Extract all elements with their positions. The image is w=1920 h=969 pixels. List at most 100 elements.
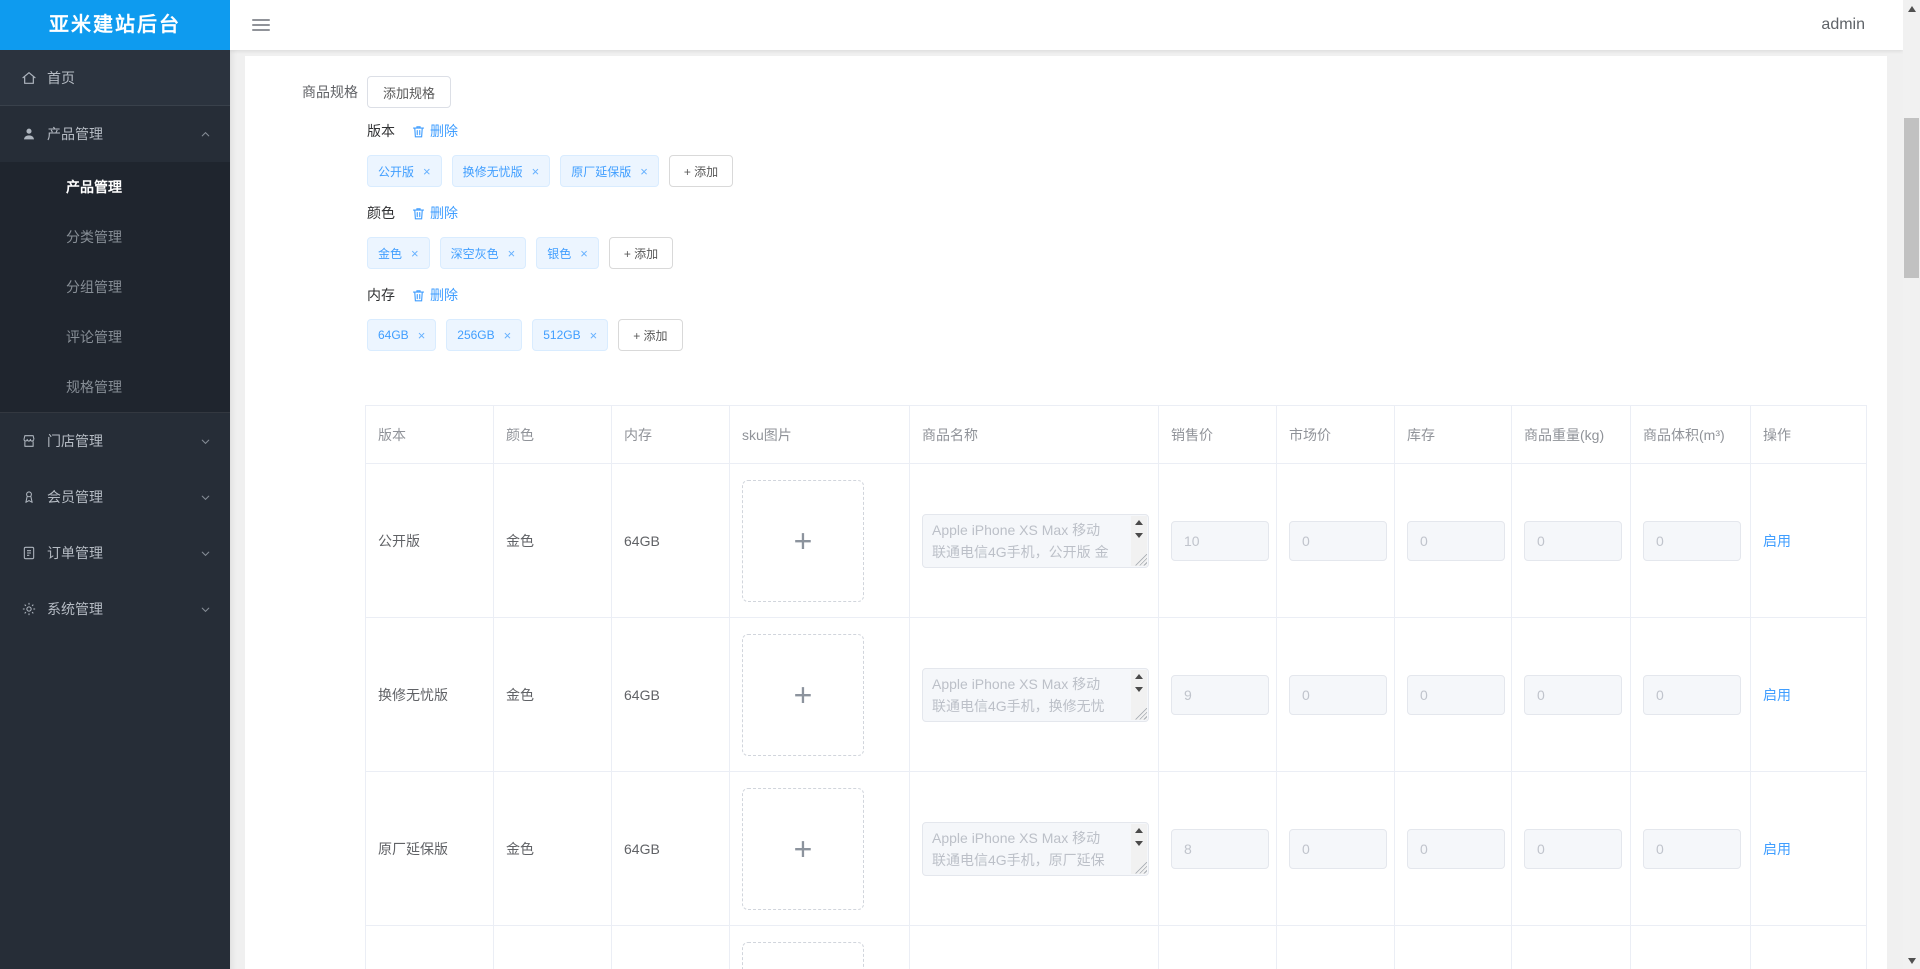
product-name-textarea[interactable]: Apple iPhone XS Max 移动 联通电信4G手机，公开版 金: [922, 513, 1149, 568]
enable-link[interactable]: 启用: [1763, 841, 1791, 857]
weight-input[interactable]: [1524, 828, 1622, 869]
sidebar-item-member[interactable]: 会员管理: [0, 469, 230, 525]
upload-image-button[interactable]: +: [742, 941, 864, 969]
enable-link[interactable]: 启用: [1763, 687, 1791, 703]
delete-spec-link[interactable]: 删除: [430, 121, 458, 141]
sidebar-item-system[interactable]: 系统管理: [0, 581, 230, 637]
scroll-up-icon[interactable]: [1131, 670, 1147, 683]
weight-input[interactable]: [1524, 520, 1622, 561]
column-header: 颜色: [493, 405, 612, 464]
cell-market-price: [1276, 617, 1395, 772]
trash-icon[interactable]: [411, 124, 426, 139]
cell-version: 原厂延保版: [365, 771, 494, 926]
sale-price-input[interactable]: [1171, 520, 1269, 561]
sale-price-input[interactable]: [1171, 828, 1269, 869]
volume-input[interactable]: [1643, 828, 1741, 869]
scroll-down-icon[interactable]: [1131, 683, 1147, 696]
trash-icon[interactable]: [411, 206, 426, 221]
topbar: admin: [230, 0, 1903, 50]
sidebar-item-label: 产品管理: [47, 126, 103, 142]
add-tag-button[interactable]: + 添加: [668, 155, 734, 187]
market-price-input[interactable]: [1289, 520, 1387, 561]
spec-group-name: 内存: [367, 287, 395, 303]
sidebar-item-order[interactable]: 订单管理: [0, 525, 230, 581]
close-icon[interactable]: ×: [504, 328, 512, 343]
product-name-textarea[interactable]: Apple iPhone XS Max 移动 联通电信4G手机，原厂延保: [922, 821, 1149, 876]
close-icon[interactable]: ×: [532, 164, 540, 179]
spec-tag[interactable]: 256GB ×: [446, 319, 523, 351]
resize-grip-icon[interactable]: [1135, 861, 1147, 874]
cell-sku-image: +: [729, 463, 910, 618]
spec-tag[interactable]: 64GB ×: [367, 319, 437, 351]
spec-tag[interactable]: 公开版 ×: [367, 155, 442, 187]
cell-action: [1750, 925, 1867, 969]
textarea-scrollbar[interactable]: [1131, 823, 1147, 874]
stock-input[interactable]: [1407, 520, 1505, 561]
spec-tag[interactable]: 换修无忧版 ×: [451, 155, 551, 187]
submenu-product: 产品管理 分类管理 分组管理 评论管理 规格管理: [0, 162, 230, 413]
resize-grip-icon[interactable]: [1135, 707, 1147, 720]
scroll-down-icon[interactable]: [1131, 837, 1147, 850]
sidebar-subitem-spec[interactable]: 规格管理: [0, 362, 230, 412]
close-icon[interactable]: ×: [508, 246, 516, 261]
page-scrollbar[interactable]: [1903, 0, 1920, 969]
sidebar-subitem-product-list[interactable]: 产品管理: [0, 162, 230, 212]
cell-sku-image: +: [729, 771, 910, 926]
upload-image-button[interactable]: +: [742, 633, 864, 756]
scroll-up-icon[interactable]: [1131, 516, 1147, 529]
cell-volume: [1630, 463, 1751, 618]
scrollbar-thumb[interactable]: [1904, 118, 1919, 278]
market-price-input[interactable]: [1289, 674, 1387, 715]
cell-stock: [1394, 463, 1512, 618]
username[interactable]: admin: [1821, 16, 1865, 34]
trash-icon[interactable]: [411, 288, 426, 303]
cell-weight: [1511, 771, 1631, 926]
scrollbar-up-arrow-icon[interactable]: [1903, 0, 1920, 17]
product-name-text: Apple iPhone XS Max 移动 联通电信4G手机，换修无忧: [932, 675, 1105, 714]
textarea-scrollbar[interactable]: [1131, 515, 1147, 566]
add-tag-button[interactable]: + 添加: [608, 237, 674, 269]
close-icon[interactable]: ×: [580, 246, 588, 261]
stock-input[interactable]: [1407, 828, 1505, 869]
delete-spec-link[interactable]: 删除: [430, 203, 458, 223]
scrollbar-down-arrow-icon[interactable]: [1903, 952, 1920, 969]
sidebar-item-store[interactable]: 门店管理: [0, 413, 230, 469]
add-spec-button[interactable]: 添加规格: [367, 76, 452, 108]
close-icon[interactable]: ×: [418, 328, 426, 343]
spec-tag[interactable]: 深空灰色 ×: [439, 237, 527, 269]
scroll-down-icon[interactable]: [1131, 529, 1147, 542]
resize-grip-icon[interactable]: [1135, 553, 1147, 566]
spec-tag[interactable]: 金色 ×: [367, 237, 430, 269]
scroll-up-icon[interactable]: [1131, 824, 1147, 837]
close-icon[interactable]: ×: [640, 164, 648, 179]
sidebar-subitem-grouping[interactable]: 分组管理: [0, 262, 230, 312]
spec-tag[interactable]: 512GB ×: [532, 319, 609, 351]
volume-input[interactable]: [1643, 674, 1741, 715]
market-price-input[interactable]: [1289, 828, 1387, 869]
sidebar-subitem-comment[interactable]: 评论管理: [0, 312, 230, 362]
sidebar-item-home[interactable]: 首页: [0, 50, 230, 106]
stock-input[interactable]: [1407, 674, 1505, 715]
upload-image-button[interactable]: +: [742, 479, 864, 602]
textarea-scrollbar[interactable]: [1131, 669, 1147, 720]
close-icon[interactable]: ×: [423, 164, 431, 179]
sidebar: 亚米建站后台 首页 产品管理 产品管理 分类管理 分组管理 评论管理 规格管理 门店管理 会员管…: [0, 0, 230, 969]
weight-input[interactable]: [1524, 674, 1622, 715]
spec-tag[interactable]: 银色 ×: [536, 237, 599, 269]
sale-price-input[interactable]: [1171, 674, 1269, 715]
close-icon[interactable]: ×: [590, 328, 598, 343]
upload-image-button[interactable]: +: [742, 787, 864, 910]
spec-tag[interactable]: 原厂延保版 ×: [560, 155, 659, 187]
cell-color: 金色: [493, 617, 612, 772]
sidebar-subitem-category[interactable]: 分类管理: [0, 212, 230, 262]
volume-input[interactable]: [1643, 520, 1741, 561]
spec-group: 版本 删除 公开版 × 换修无忧版 × 原厂延保版 × + 添加: [367, 121, 1887, 187]
hamburger-menu-icon[interactable]: [252, 19, 270, 31]
add-tag-button[interactable]: + 添加: [618, 319, 683, 351]
sidebar-item-product[interactable]: 产品管理: [0, 106, 230, 162]
close-icon[interactable]: ×: [411, 246, 419, 261]
delete-spec-link[interactable]: 删除: [430, 285, 458, 305]
sidebar-item-label: 系统管理: [47, 601, 103, 617]
enable-link[interactable]: 启用: [1763, 533, 1791, 549]
product-name-textarea[interactable]: Apple iPhone XS Max 移动 联通电信4G手机，换修无忧: [922, 667, 1149, 722]
